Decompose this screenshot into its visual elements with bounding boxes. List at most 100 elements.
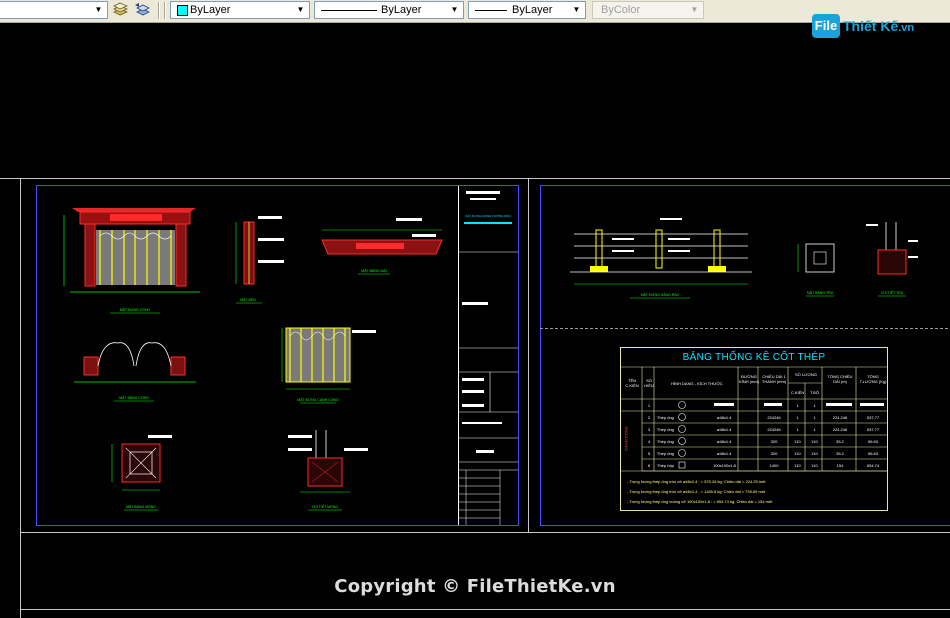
color-combo-value: ByLayer — [190, 4, 231, 16]
chevron-down-icon[interactable]: ▼ — [688, 3, 701, 17]
row-4-desc: Thép ống — [657, 439, 674, 444]
row-2-qty-c: 1 — [796, 415, 799, 420]
layer-previous-icon[interactable] — [134, 2, 151, 18]
row-2-size: ø48x1.4 — [717, 415, 732, 420]
view-title: MẶT BẰNG MÁI — [361, 268, 386, 273]
row-5-qty-c: 110 — [794, 451, 801, 456]
row-3-qty-c: 1 — [796, 427, 799, 432]
title-block-heading: XÂY DỰNG CỔNG TƯỜNG RÀO — [465, 213, 511, 218]
row-4-total-len: 35.2 — [836, 439, 844, 444]
row-2-mark: 2 — [647, 415, 651, 420]
toolbar-separator — [158, 2, 160, 19]
row-4-weight: 56.63 — [867, 439, 878, 444]
gate-plan: MẶT BẰNG CỔNG — [74, 342, 196, 402]
drawing-canvas[interactable]: MẶT ĐỨNG CỔNG MẶT BÊN MẶT BẰNG MÁI MẶT B… — [0, 22, 950, 618]
gate-leaf-elevation: MẶT ĐỨNG CÁNH CỔNG — [281, 327, 376, 404]
row-3-qty-t: 1 — [813, 427, 816, 432]
view-title: MẶT BẰNG MÓNG — [126, 504, 156, 509]
note-line: - Trọng lượng thép ống tròn cỡ ø48x1.4 :… — [627, 489, 766, 494]
view-title: MẶT ĐỨNG CÁNH CỔNG — [297, 397, 339, 402]
header-shape: HÌNH DẠNG - KÍCH THƯỚC — [671, 381, 723, 386]
header-length: CHIỀU DÀI 1 THANH (mm) — [761, 374, 787, 384]
row-3-mark: 3 — [647, 427, 651, 432]
row-4-length: 320 — [770, 439, 778, 444]
footing-plan: MẶT BẰNG MÓNG — [111, 435, 172, 511]
chevron-down-icon[interactable]: ▼ — [570, 3, 583, 17]
lineweight-preview — [475, 10, 507, 11]
row-2-qty-t: 1 — [813, 415, 816, 420]
header-component: TÊN C.KIỆN — [625, 378, 639, 388]
chevron-down-icon[interactable]: ▼ — [294, 3, 307, 17]
row-4-size: ø48x1.4 — [717, 439, 732, 444]
note-line: - Trọng lượng thép ống tròn cỡ ø48x1.4 :… — [627, 479, 766, 484]
plotstyle-combo[interactable]: ByColor ▼ — [592, 1, 704, 19]
row-3-weight: 537.77 — [866, 427, 880, 432]
row-1-mark: 1 — [647, 403, 651, 408]
row-4-mark: 4 — [647, 439, 651, 444]
row-6-size: 100x100x1.8 — [713, 463, 736, 468]
chevron-down-icon[interactable]: ▼ — [92, 3, 105, 17]
row-5-length: 320 — [770, 451, 778, 456]
row-5-size: ø48x1.4 — [717, 451, 732, 456]
row-6-total-len: 154 — [836, 463, 844, 468]
row-5-mark: 5 — [647, 451, 651, 456]
row-6-mark: 6 — [647, 463, 651, 468]
view-title: MẶT ĐỨNG CỔNG — [120, 307, 151, 312]
row-3-desc: Thép ống — [657, 427, 674, 432]
view-title: CHI TIẾT MÓNG — [312, 504, 339, 509]
footing-section: CHI TIẾT MÓNG — [288, 430, 368, 511]
row-6-desc: Thép hộp — [657, 463, 674, 468]
title-block: XÂY DỰNG CỔNG TƯỜNG RÀO — [459, 191, 518, 525]
header-qty-total: T.BỘ — [810, 390, 819, 395]
header-total-weight: TỔNG T.LƯỢNG (Kg) — [859, 374, 887, 384]
color-combo[interactable]: ByLayer ▼ — [170, 1, 310, 19]
layer-combo[interactable]: ▼ — [0, 1, 108, 19]
toolbar-separator — [164, 2, 166, 19]
linetype-preview — [321, 10, 377, 11]
row-2-length: 224246 — [767, 415, 781, 420]
header-quantity: SỐ LƯỢNG — [795, 372, 817, 377]
lineweight-combo-value: ByLayer — [512, 4, 553, 16]
header-total-length: TỔNG CHIỀU DÀI (m) — [827, 374, 853, 384]
sheet-1: MẶT ĐỨNG CỔNG MẶT BÊN MẶT BẰNG MÁI MẶT B… — [36, 185, 519, 526]
view-title: MẶT BÊN — [240, 297, 256, 302]
row-6-qty-t: 110 — [811, 463, 818, 468]
fence-elevation: MẶT ĐỨNG HÀNG RÀO — [570, 218, 752, 299]
view-title: MẶT ĐỨNG HÀNG RÀO — [641, 293, 680, 297]
make-object-layer-current-icon[interactable] — [112, 2, 129, 18]
linetype-combo[interactable]: ByLayer ▼ — [314, 1, 464, 19]
header-qty-component: C.KIỆN — [790, 390, 805, 395]
row-1-qty-t: 1 — [813, 403, 816, 408]
header-mark: SỐ HIỆU — [644, 378, 654, 388]
linetype-combo-value: ByLayer — [381, 4, 422, 16]
row-2-desc: Thép ống — [657, 415, 674, 420]
plotstyle-combo-value: ByColor — [601, 4, 641, 16]
roof-plan: MẶT BẰNG MÁI — [321, 218, 443, 275]
row-6-weight: 654.74 — [866, 463, 880, 468]
column-detail: CHI TIẾT TRỤ — [866, 222, 918, 297]
row-3-size: ø48x1.4 — [717, 427, 732, 432]
row-5-total-len: 35.2 — [836, 451, 844, 456]
row-3-total-len: 224.246 — [832, 427, 848, 432]
header-diameter: ĐƯỜNG KÍNH (mm) — [739, 374, 759, 384]
note-line: - Trọng lượng thép ống vuông cỡ 100x100x… — [627, 499, 773, 504]
gate-elevation: MẶT ĐỨNG CỔNG — [63, 208, 200, 314]
column-plan: MẶT BẰNG TRỤ — [797, 243, 835, 297]
row-5-desc: Thép ống — [657, 451, 674, 456]
rebar-schedule-table: BẢNG THỐNG KÊ CỐT THÉP TÊN C.KIỆN SỐ HIỆ… — [620, 347, 888, 511]
row-2-total-len: 224.246 — [832, 415, 848, 420]
chevron-down-icon[interactable]: ▼ — [448, 3, 461, 17]
row-4-qty-t: 110 — [811, 439, 818, 444]
view-title: MẶT BẰNG CỔNG — [119, 395, 149, 400]
view-title: MẶT BẰNG TRỤ — [807, 290, 834, 295]
row-3-length: 224246 — [767, 427, 781, 432]
component-name: CÁNH CỔNG — [623, 426, 629, 451]
view-title: CHI TIẾT TRỤ — [881, 290, 904, 295]
lineweight-combo[interactable]: ByLayer ▼ — [468, 1, 586, 19]
side-elevation: MẶT BÊN — [235, 216, 284, 304]
color-swatch — [177, 5, 188, 16]
row-4-qty-c: 110 — [794, 439, 801, 444]
row-1-qty-c: 1 — [796, 403, 799, 408]
properties-toolbar: ▼ ByLayer ▼ ByLayer ▼ ByLayer ▼ ByColor … — [0, 0, 950, 23]
row-6-length: 1400 — [769, 463, 779, 468]
